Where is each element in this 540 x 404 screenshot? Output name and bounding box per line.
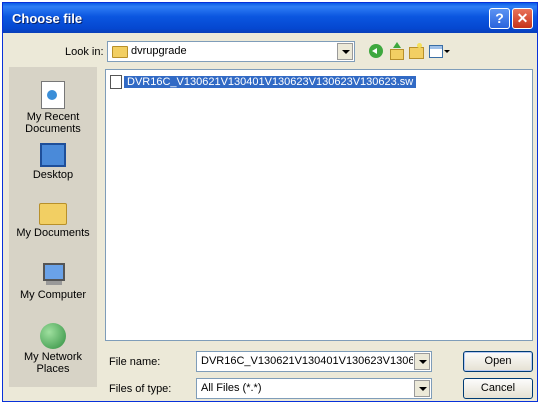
file-name-label: File name: (109, 356, 161, 368)
up-folder-icon[interactable] (387, 42, 405, 60)
place-my-network-places[interactable]: My Network Places (9, 323, 97, 375)
dialog-title: Choose file (12, 11, 83, 26)
file-type-value: All Files (*.*) (201, 382, 262, 394)
list-item[interactable]: DVR16C_V130621V130401V130623V130623V1306… (110, 74, 417, 89)
place-label: My Computer (19, 289, 87, 301)
place-label: Desktop (32, 169, 74, 181)
file-name-dropdown-button[interactable] (414, 353, 430, 370)
place-label: My Documents (16, 227, 90, 239)
place-my-computer[interactable]: My Computer (9, 263, 97, 301)
views-icon[interactable] (427, 42, 451, 60)
close-button[interactable]: ✕ (512, 8, 533, 29)
look-in-dropdown-button[interactable] (337, 43, 353, 60)
choose-file-dialog: Choose file ? ✕ Look in: dvrupgrade My R… (2, 2, 538, 402)
new-folder-icon[interactable] (407, 42, 425, 60)
look-in-select[interactable]: dvrupgrade (107, 41, 355, 62)
cancel-button[interactable]: Cancel (463, 378, 533, 399)
file-name-input[interactable]: DVR16C_V130621V130401V130623V130623V1306… (196, 351, 432, 372)
folder-icon (112, 46, 128, 58)
places-bar: My Recent Documents Desktop My Documents… (9, 67, 97, 387)
place-my-recent-documents[interactable]: My Recent Documents (9, 81, 97, 135)
file-type-label: Files of type: (109, 383, 172, 395)
place-label: My Network Places (23, 351, 83, 375)
help-icon: ? (495, 10, 504, 26)
title-bar[interactable]: Choose file ? ✕ (3, 3, 537, 33)
place-my-documents[interactable]: My Documents (9, 203, 97, 239)
file-list[interactable]: DVR16C_V130621V130401V130623V130623V1306… (105, 69, 533, 341)
help-button[interactable]: ? (489, 8, 510, 29)
file-icon (110, 74, 122, 89)
file-name-value: DVR16C_V130621V130401V130623V130623V1306… (201, 355, 413, 367)
network-places-icon (40, 323, 66, 349)
look-in-value: dvrupgrade (131, 45, 187, 57)
my-computer-icon (40, 263, 66, 287)
file-name-text: DVR16C_V130621V130401V130623V130623V1306… (124, 75, 417, 88)
place-desktop[interactable]: Desktop (9, 143, 97, 181)
open-button[interactable]: Open (463, 351, 533, 372)
close-icon: ✕ (516, 10, 529, 26)
place-label: My Recent Documents (25, 111, 81, 135)
look-in-label: Look in: (65, 46, 104, 58)
file-type-dropdown-button[interactable] (414, 380, 430, 397)
file-type-select[interactable]: All Files (*.*) (196, 378, 432, 399)
desktop-icon (40, 143, 66, 167)
recent-documents-icon (41, 81, 65, 109)
my-documents-icon (39, 203, 67, 225)
back-icon[interactable] (367, 42, 385, 60)
